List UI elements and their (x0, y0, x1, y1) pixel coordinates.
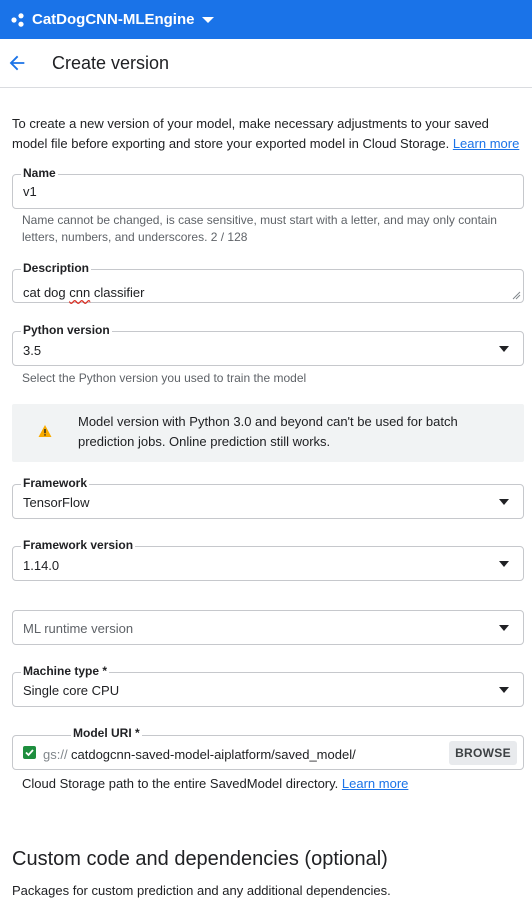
description-value: cat dog cnn classifier (23, 285, 144, 300)
name-field[interactable]: Name v1 (12, 166, 524, 209)
warning-icon (38, 425, 52, 437)
model-uri-learn-more-link[interactable]: Learn more (342, 776, 408, 791)
project-name[interactable]: CatDogCNN-MLEngine (32, 11, 194, 28)
python-version-value: 3.5 (23, 343, 42, 358)
python-version-label: Python version (21, 323, 112, 337)
name-value: v1 (23, 184, 37, 199)
dropdown-arrow-icon (499, 498, 509, 505)
project-bar: CatDogCNN-MLEngine (0, 0, 532, 39)
model-uri-label: Model URI * (71, 726, 142, 740)
framework-version-value: 1.14.0 (23, 558, 60, 573)
python-version-hint: Select the Python version you used to tr… (22, 371, 307, 385)
resize-handle-icon[interactable] (511, 290, 521, 300)
framework-label: Framework (21, 476, 90, 490)
description-misspelled-word: cnn (69, 285, 91, 300)
ml-runtime-version-select[interactable]: ML runtime version (12, 610, 524, 645)
dropdown-arrow-icon (499, 560, 509, 567)
warning-text: Model version with Python 3.0 and beyond… (78, 414, 458, 449)
description-field[interactable]: Description cat dog cnn classifier (12, 261, 524, 303)
custom-code-description: Packages for custom prediction and any a… (12, 883, 391, 898)
model-uri-field[interactable]: gs:// catdogcnn-saved-model-aiplatform/s… (12, 735, 524, 770)
gs-prefix: gs:// (43, 747, 68, 762)
name-label: Name (21, 166, 58, 180)
name-hint: Name cannot be changed, is case sensitiv… (22, 213, 497, 244)
machine-type-value: Single core CPU (23, 683, 120, 698)
intro-body: To create a new version of your model, m… (12, 116, 489, 151)
description-text-start: cat dog (23, 285, 70, 300)
back-arrow-icon[interactable] (6, 52, 28, 74)
project-icon (11, 12, 24, 27)
dropdown-arrow-icon (499, 345, 509, 352)
framework-version-label: Framework version (21, 538, 136, 552)
chevron-down-icon[interactable] (202, 16, 215, 23)
model-uri-hint: Cloud Storage path to the entire SavedMo… (22, 775, 408, 792)
learn-more-link[interactable]: Learn more (453, 136, 519, 151)
model-uri-value: catdogcnn-saved-model-aiplatform/saved_m… (71, 747, 356, 762)
framework-select[interactable]: Framework TensorFlow (12, 476, 524, 519)
page-header: Create version (0, 39, 532, 88)
check-icon (23, 746, 36, 759)
page-title: Create version (52, 53, 170, 73)
dropdown-arrow-icon (499, 624, 509, 631)
python-warning-banner: Model version with Python 3.0 and beyond… (12, 404, 524, 462)
machine-type-label: Machine type * (21, 664, 110, 678)
dropdown-arrow-icon (499, 686, 509, 693)
description-label: Description (21, 261, 92, 275)
framework-value: TensorFlow (23, 495, 90, 510)
framework-version-select[interactable]: Framework version 1.14.0 (12, 538, 524, 581)
model-uri-hint-text: Cloud Storage path to the entire SavedMo… (22, 776, 339, 791)
description-text-end: classifier (90, 285, 145, 300)
machine-type-select[interactable]: Machine type * Single core CPU (12, 664, 524, 707)
browse-button[interactable]: BROWSE (449, 741, 517, 765)
custom-code-heading: Custom code and dependencies (optional) (12, 848, 388, 870)
intro-text: To create a new version of your model, m… (12, 114, 524, 154)
ml-runtime-placeholder: ML runtime version (23, 621, 134, 636)
python-version-select[interactable]: Python version 3.5 (12, 323, 524, 366)
